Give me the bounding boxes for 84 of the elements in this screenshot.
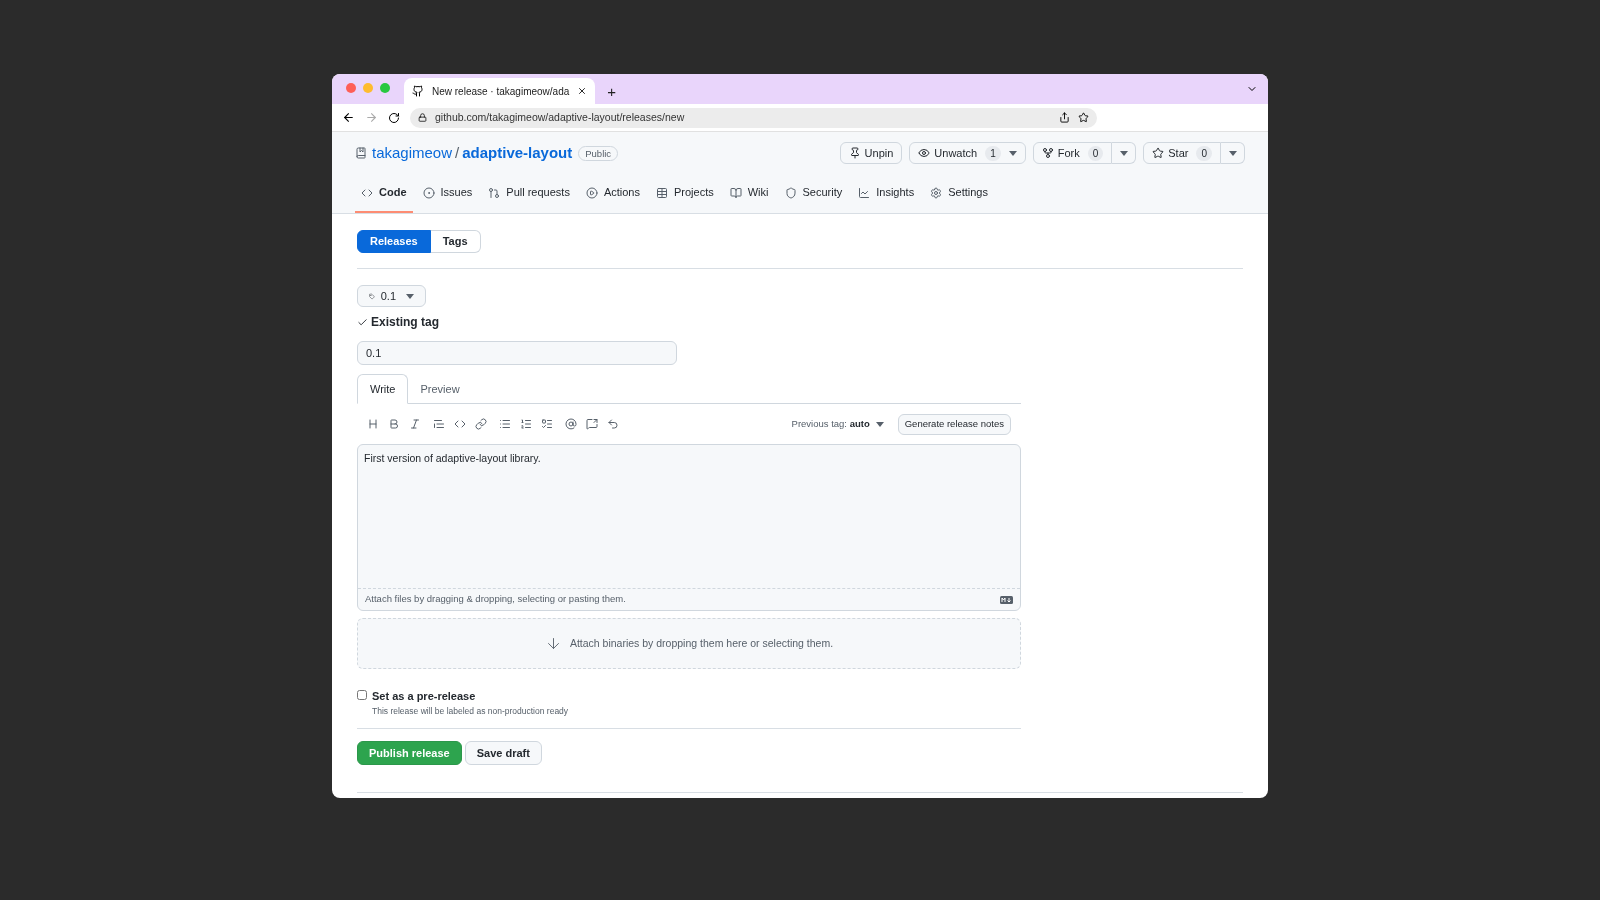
nav-tab[interactable]: Code [355, 174, 413, 213]
path-separator: / [455, 142, 460, 163]
heading-icon[interactable] [367, 418, 379, 430]
count-badge: 0 [1196, 145, 1212, 161]
issue-icon [422, 186, 435, 199]
share-icon [1059, 112, 1070, 123]
repo-icon [355, 147, 367, 159]
close-icon [577, 86, 588, 96]
caret-icon [406, 293, 414, 299]
settings-icon [930, 186, 943, 199]
quote-icon[interactable] [433, 418, 445, 430]
caret-icon [1008, 150, 1017, 156]
address-bar[interactable]: github.com/takagimeow/adaptive-layout/releases/new [410, 107, 1097, 128]
bookmark-icon [1078, 112, 1089, 123]
play-icon [585, 186, 598, 199]
github-icon [412, 85, 424, 97]
tab-title: New release · takagimeow/ada [432, 84, 570, 99]
tag-title-field[interactable]: 0.1 [357, 341, 677, 365]
nav-tab[interactable]: Settings [924, 174, 994, 213]
subnav-tab[interactable]: Tags [430, 230, 481, 253]
browser-tab[interactable]: New release · takagimeow/ada [404, 78, 596, 104]
pin-icon [848, 147, 861, 159]
forward-icon [365, 111, 378, 124]
undo-icon[interactable] [607, 418, 619, 430]
nav-tab[interactable]: Issues [416, 174, 479, 213]
drop-zone[interactable]: Attach binaries by dropping them here or selecting them. [357, 618, 1021, 669]
nav-tab[interactable]: Wiki [723, 174, 775, 213]
prerelease-checkbox[interactable] [357, 690, 367, 700]
italic-icon[interactable] [409, 418, 421, 430]
nav-tab[interactable]: Actions [579, 174, 646, 213]
eye-icon [918, 147, 931, 159]
caret-icon [875, 421, 884, 427]
count-badge: 0 [1087, 145, 1104, 161]
form-button[interactable]: Save draft [464, 741, 542, 766]
new-tab-button[interactable]: + [607, 84, 617, 99]
task-list-icon[interactable] [541, 418, 553, 430]
repo-link[interactable]: adaptive-layout [462, 141, 573, 165]
bulleted-list-icon[interactable] [499, 418, 511, 430]
shield-icon [784, 186, 797, 199]
previous-tag-dropdown[interactable]: Previous tag: auto [791, 416, 884, 432]
tag-status: Existing tag [371, 314, 439, 331]
fork-icon [1041, 147, 1054, 159]
pull-request-icon [488, 186, 501, 199]
body-field[interactable]: First version of adaptive-layout library. [358, 445, 1020, 588]
url-text: github.com/takagimeow/adaptive-layout/releases/new [435, 109, 685, 125]
caret-icon [1119, 150, 1128, 156]
editor-tab[interactable]: Preview [408, 374, 472, 404]
generate-notes-button[interactable]: Generate release notes [897, 413, 1011, 435]
graph-icon [858, 186, 871, 199]
action-button[interactable]: Unwatch 1 [909, 142, 1026, 164]
action-button[interactable]: Fork 0 [1032, 142, 1113, 164]
owner-link[interactable]: takagimeow [372, 141, 453, 165]
lock-icon [418, 113, 427, 122]
dropdown-button[interactable] [1112, 142, 1137, 164]
caret-icon [1228, 150, 1237, 156]
tag-icon [369, 290, 375, 302]
drop-zone-text: Attach binaries by dropping them here or selecting them. [569, 635, 834, 651]
table-icon [655, 186, 668, 199]
markdown-icon [1000, 595, 1013, 604]
back-icon [342, 111, 355, 124]
nav-tab[interactable]: Projects [649, 174, 720, 213]
action-button[interactable]: Star 0 [1143, 142, 1221, 164]
bold-icon[interactable] [388, 418, 400, 430]
reload-icon [388, 111, 400, 124]
count-badge: 1 [985, 145, 1001, 161]
book-icon [729, 186, 742, 199]
action-button[interactable]: Unpin [839, 142, 903, 164]
subnav-tab[interactable]: Releases [357, 230, 431, 253]
nav-tab[interactable]: Insights [852, 174, 921, 213]
check-icon [357, 316, 368, 328]
editor-tab[interactable]: Write [357, 374, 409, 404]
star-icon [1152, 147, 1165, 159]
checkbox-label: Set as a pre-release [372, 689, 477, 704]
nav-tab[interactable]: Pull requests [482, 174, 576, 213]
attach-hint: Attach files by dragging & dropping, selecting or pasting them. [365, 592, 626, 607]
reference-icon[interactable] [586, 418, 598, 430]
dropdown-button[interactable] [1221, 142, 1245, 164]
code-icon[interactable] [454, 418, 466, 430]
link-icon[interactable] [475, 418, 487, 430]
nav-tab[interactable]: Security [778, 174, 849, 213]
checkbox-description: This release will be labeled as non-production ready [372, 704, 569, 718]
numbered-list-icon[interactable] [520, 418, 532, 430]
tag-picker[interactable]: 0.1 [357, 285, 426, 307]
mention-icon[interactable] [565, 418, 577, 430]
